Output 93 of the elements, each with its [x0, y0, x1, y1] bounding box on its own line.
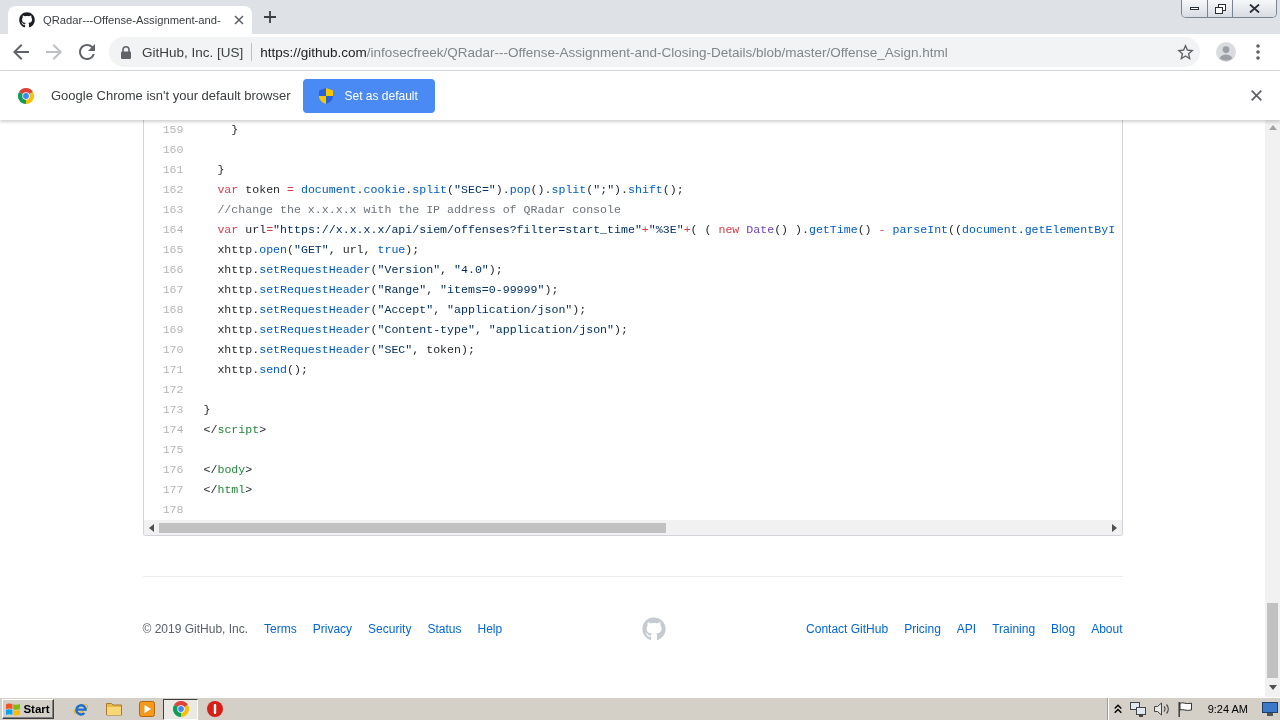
code-line: var url="https://x.x.x.x/api/siem/offenses?filter=start_time"+"%3E"+( ( new Date() ).getTime() - parseInt((document.getElementByI — [216, 223, 1116, 236]
line-number: 166 — [162, 263, 184, 276]
scroll-right-arrow-icon[interactable] — [1111, 523, 1117, 532]
monitor-icon[interactable] — [1262, 702, 1278, 716]
more-menu-icon[interactable] — [1256, 44, 1260, 60]
line-number: 159 — [162, 123, 184, 136]
line-number: 161 — [162, 163, 184, 176]
code-line: xhttp.send(); — [216, 363, 308, 376]
code-line: //change the x.x.x.x with the IP address of QRadar console — [216, 203, 621, 216]
line-number: 170 — [162, 343, 184, 356]
minimize-icon — [1190, 7, 1199, 10]
media-player-icon[interactable] — [138, 701, 155, 717]
lock-icon — [121, 45, 131, 59]
line-number: 175 — [162, 443, 184, 456]
reload-icon[interactable] — [79, 44, 95, 60]
close-icon[interactable] — [1251, 90, 1262, 101]
e-logo-icon[interactable] — [72, 701, 89, 717]
chrome-logo-icon[interactable] — [172, 701, 189, 717]
line-number: 168 — [162, 303, 184, 316]
close-button[interactable] — [1232, 0, 1276, 17]
footer-link[interactable]: Training — [992, 618, 1036, 640]
footer-link[interactable]: Status — [427, 618, 462, 640]
line-number: 164 — [162, 223, 184, 236]
address-bar[interactable]: GitHub, Inc. [US] https://github.com/infosecfreek/QRadar---Offense-Assignment-and-Closing-Details/blob/master/Offense_Asign.html — [109, 37, 1200, 67]
footer-link[interactable]: Help — [477, 618, 503, 640]
code-line: xhttp.setRequestHeader("Accept", "application/json"); — [216, 303, 587, 316]
scrollbar-thumb[interactable] — [1267, 603, 1278, 678]
minimize-button[interactable] — [1182, 0, 1207, 17]
code-line: </body> — [203, 463, 253, 476]
line-number: 171 — [162, 363, 184, 376]
network-icon[interactable] — [1129, 701, 1146, 717]
close-icon[interactable] — [234, 15, 244, 25]
restore-icon — [1214, 3, 1226, 14]
footer-link[interactable]: Terms — [264, 618, 297, 640]
windows-logo-icon — [6, 702, 21, 716]
close-icon — [1249, 4, 1260, 13]
code-line: } — [203, 403, 211, 416]
github-logo-icon — [19, 12, 35, 28]
code-line: xhttp.setRequestHeader("SEC", token); — [216, 343, 475, 356]
footer-link[interactable]: Pricing — [904, 618, 941, 640]
shield-icon — [319, 87, 334, 104]
line-number: 160 — [162, 143, 184, 156]
footer-link[interactable]: API — [956, 618, 977, 640]
site-identity-label: GitHub, Inc. [US] — [142, 44, 244, 60]
horizontal-scrollbar[interactable] — [143, 520, 1122, 535]
line-number: 176 — [162, 463, 184, 476]
code-line: } — [230, 123, 239, 136]
chrome-logo-icon — [18, 87, 34, 104]
line-number: 173 — [162, 403, 184, 416]
code-line: </html> — [203, 483, 253, 496]
star-icon[interactable] — [1177, 44, 1194, 60]
speaker-icon[interactable] — [1153, 702, 1170, 716]
infobar-message: Google Chrome isn't your default browser — [51, 88, 291, 103]
footer-link[interactable]: Privacy — [312, 618, 353, 640]
code-line: } — [216, 163, 225, 176]
new-tab-icon[interactable] — [264, 11, 276, 23]
taskbar-button[interactable] — [163, 698, 198, 720]
code-line: xhttp.setRequestHeader("Version", "4.0"); — [216, 263, 503, 276]
line-number: 174 — [162, 423, 184, 436]
scroll-left-arrow-icon[interactable] — [148, 523, 154, 532]
line-number: 177 — [162, 483, 184, 496]
footer-link[interactable]: Contact GitHub — [806, 618, 889, 640]
browser-tab[interactable]: QRadar---Offense-Assignment-and- — [8, 6, 252, 34]
footer-link[interactable]: Security — [368, 618, 412, 640]
line-number: 163 — [162, 203, 184, 216]
chevron-up-icon[interactable] — [1113, 704, 1122, 714]
alert-circle-icon[interactable] — [206, 701, 223, 717]
set-default-button[interactable]: Set as default — [303, 78, 435, 113]
back-arrow-icon[interactable] — [13, 44, 29, 60]
scroll-down-arrow-icon[interactable] — [1268, 685, 1277, 690]
code-line: </script> — [203, 423, 267, 436]
line-number: 178 — [162, 503, 184, 516]
flag-icon[interactable] — [1177, 701, 1192, 717]
line-number: 165 — [162, 243, 184, 256]
folder-icon[interactable] — [105, 702, 122, 716]
code-line: xhttp.setRequestHeader("Range", "items=0-99999"); — [216, 283, 559, 296]
footer-link[interactable]: Blog — [1051, 618, 1076, 640]
line-number: 172 — [162, 383, 184, 396]
code-line: xhttp.open("GET", url, true); — [216, 243, 420, 256]
code-line: xhttp.setRequestHeader("Content-type", "application/json"); — [216, 323, 628, 336]
url-text: https://github.com/infosecfreek/QRadar---Offense-Assignment-and-Closing-Details/blob/master/Offense_Asign.html — [260, 44, 949, 60]
line-number: 167 — [162, 283, 184, 296]
vertical-scrollbar[interactable] — [1265, 120, 1280, 697]
scrollbar-thumb[interactable] — [158, 522, 666, 533]
clock-time: 9:24 AM — [1207, 703, 1248, 715]
copyright-text: © 2019 GitHub, Inc. — [142, 620, 249, 638]
footer-link[interactable]: About — [1091, 618, 1123, 640]
code-line: var token = document.cookie.split("SEC=").pop().split(";").shift(); — [216, 183, 684, 196]
restore-button[interactable] — [1207, 0, 1232, 17]
line-number: 169 — [162, 323, 184, 336]
avatar-icon[interactable] — [1216, 42, 1236, 62]
line-number: 162 — [162, 183, 184, 196]
start-button[interactable]: Start — [2, 699, 54, 719]
